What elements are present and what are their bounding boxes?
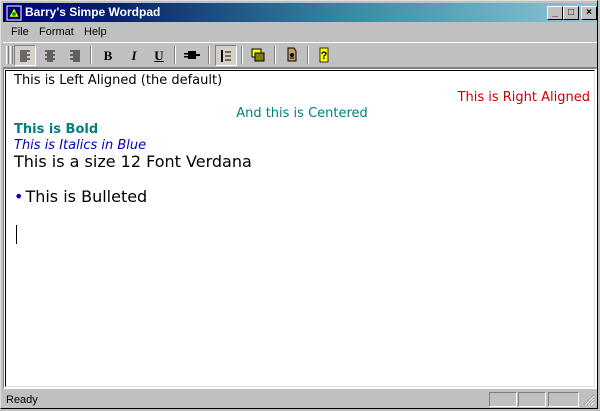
status-bar: Ready: [3, 391, 597, 408]
minimize-button[interactable]: _: [547, 6, 563, 20]
align-left-button[interactable]: [14, 45, 36, 66]
align-right-button[interactable]: [64, 45, 86, 66]
help-button[interactable]: ?: [313, 45, 335, 66]
menu-format[interactable]: Format: [39, 26, 74, 38]
svg-text:?: ?: [321, 50, 328, 62]
line-italic: This is Italics in Blue: [14, 138, 590, 153]
italic-icon: I: [131, 48, 137, 63]
bullet-list-icon: [221, 50, 231, 62]
italic-button[interactable]: I: [123, 45, 145, 66]
app-window: Barry's Simpe Wordpad _ □ × File Format …: [0, 0, 598, 409]
status-panel: [548, 392, 579, 407]
help-icon: ?: [319, 47, 329, 63]
bullet-button[interactable]: [215, 45, 237, 66]
bullet-icon: •: [14, 187, 24, 206]
line-text: This is Left Aligned (the default): [14, 73, 223, 88]
line-right-aligned: This is Right Aligned: [14, 90, 590, 105]
toolbar-grip[interactable]: [6, 46, 9, 64]
bold-icon: B: [103, 48, 113, 63]
bold-button[interactable]: B: [97, 45, 119, 66]
font-button[interactable]: [181, 45, 203, 66]
insert-object-button[interactable]: [280, 45, 302, 66]
color-swap-icon: [251, 48, 265, 62]
line-text: This is Bulleted: [25, 187, 148, 206]
line-verdana: This is a size 12 Font Verdana: [14, 152, 590, 171]
insert-object-icon: [287, 47, 297, 62]
toolbar-separator: [90, 46, 92, 64]
toolbar-separator: [174, 46, 176, 64]
underline-button[interactable]: U: [148, 45, 170, 66]
menu-file[interactable]: File: [11, 26, 29, 38]
toolbar-separator: [241, 46, 243, 64]
line-text: This is Italics in Blue: [14, 138, 147, 153]
line-bulleted: • This is Bulleted: [14, 187, 590, 206]
font-plug-icon: [184, 51, 200, 59]
line-text: This is Bold: [14, 122, 99, 137]
line-bold: This is Bold: [14, 122, 590, 137]
align-center-icon: [45, 50, 55, 62]
document-editor[interactable]: This is Left Aligned (the default) This …: [3, 68, 597, 389]
menu-help[interactable]: Help: [84, 26, 107, 38]
line-centered: And this is Centered: [14, 106, 590, 121]
window-title: Barry's Simpe Wordpad: [25, 5, 161, 19]
align-center-button[interactable]: [39, 45, 61, 66]
color-button[interactable]: [247, 45, 269, 66]
underline-icon: U: [154, 48, 164, 63]
toolbar-grip[interactable]: [10, 46, 13, 64]
line-left-aligned: This is Left Aligned (the default): [14, 73, 590, 88]
toolbar-separator: [307, 46, 309, 64]
line-text: This is a size 12 Font Verdana: [14, 152, 252, 171]
toolbar-separator: [208, 46, 210, 64]
align-right-icon: [70, 50, 80, 62]
toolbar: B I U ?: [3, 42, 597, 68]
toolbar-separator: [274, 46, 276, 64]
status-text: Ready: [6, 394, 38, 406]
menu-bar: File Format Help: [3, 24, 597, 42]
line-text: And this is Centered: [236, 106, 368, 121]
app-icon[interactable]: [6, 5, 22, 21]
line-text: This is Right Aligned: [457, 90, 590, 105]
status-panel: [518, 392, 546, 407]
text-cursor: [16, 225, 17, 244]
align-left-icon: [20, 50, 30, 62]
title-bar[interactable]: Barry's Simpe Wordpad _ □ ×: [3, 3, 597, 22]
resize-grip-icon[interactable]: [583, 394, 595, 406]
status-panel: [489, 392, 517, 407]
maximize-button[interactable]: □: [563, 6, 579, 20]
close-button[interactable]: ×: [581, 6, 597, 20]
